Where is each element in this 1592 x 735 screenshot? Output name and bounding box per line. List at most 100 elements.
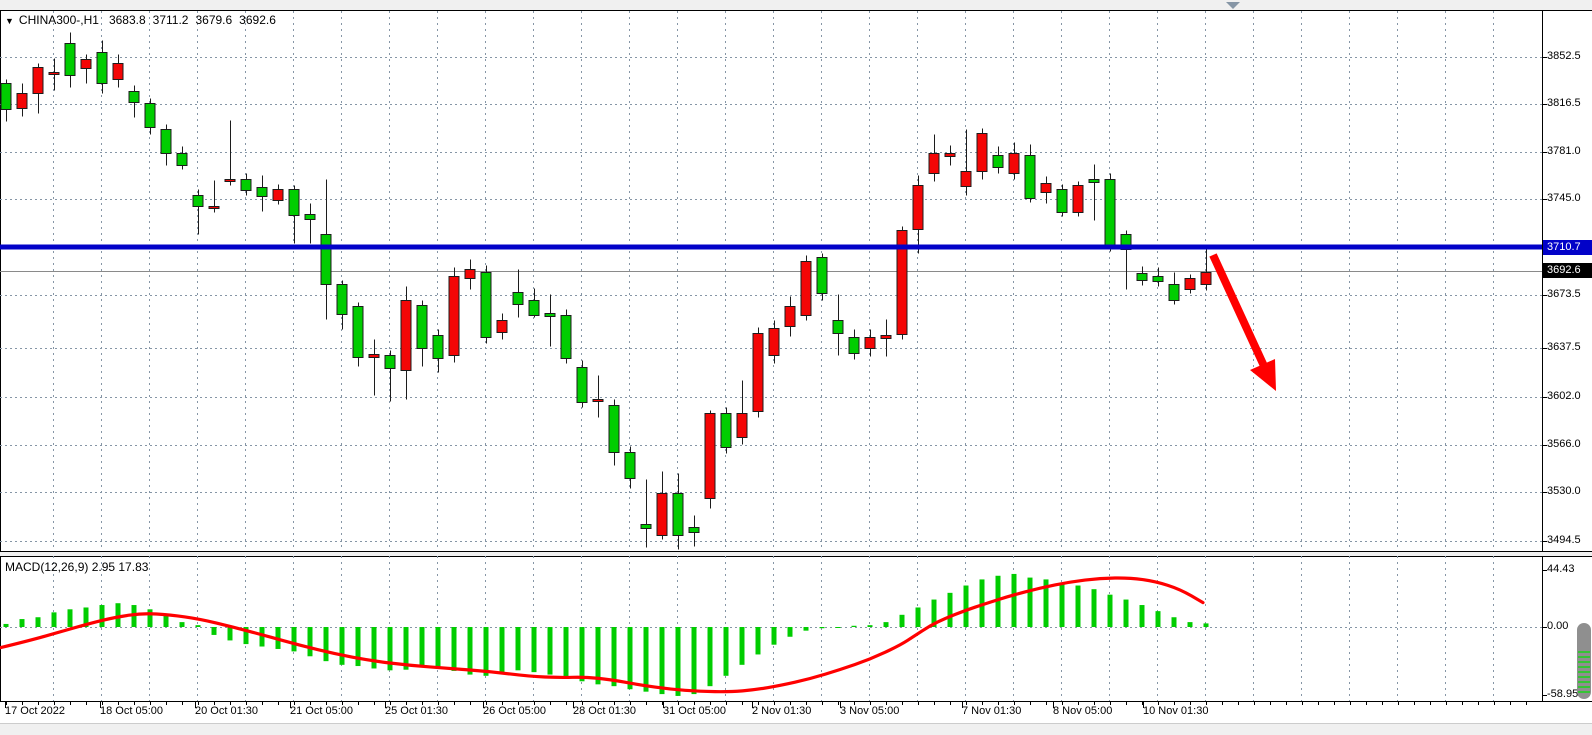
macd-histogram-bar xyxy=(484,627,489,676)
macd-histogram-bar xyxy=(900,615,905,627)
bear-candle xyxy=(353,307,363,358)
macd-histogram-bar xyxy=(1092,589,1097,627)
macd-histogram-bar xyxy=(612,627,617,686)
bear-candle xyxy=(145,104,155,128)
open-value: 3683.8 xyxy=(109,13,146,27)
bull-candle xyxy=(401,301,411,371)
time-axis-label: 8 Nov 05:00 xyxy=(1053,705,1112,717)
bear-candle xyxy=(97,53,107,84)
macd-histogram-bar xyxy=(180,622,185,627)
bear-candle xyxy=(529,301,539,316)
macd-histogram-bar xyxy=(1140,605,1145,627)
time-axis-label: 18 Oct 05:00 xyxy=(100,705,163,717)
macd-histogram-bar xyxy=(788,627,793,637)
low-value: 3679.6 xyxy=(195,13,232,27)
macd-axis-label: -58.95 xyxy=(1547,688,1578,700)
macd-histogram-bar xyxy=(724,627,729,676)
bull-candle xyxy=(1201,273,1211,285)
bull-candle xyxy=(33,68,43,94)
bear-candle xyxy=(1137,274,1147,281)
macd-histogram-bar xyxy=(532,627,537,672)
macd-histogram-bar xyxy=(852,626,857,627)
macd-histogram-bar xyxy=(1012,574,1017,627)
bear-candle xyxy=(241,180,251,191)
chart-canvas[interactable] xyxy=(0,0,1592,735)
scrollbar-thumb[interactable] xyxy=(1577,623,1591,699)
bear-candle xyxy=(625,453,635,479)
bear-candle xyxy=(721,414,731,448)
bull-candle xyxy=(1073,186,1083,213)
bull-candle xyxy=(961,172,971,187)
symbol-marker-icon: ▼ xyxy=(5,16,14,26)
symbol-period-label: CHINA300-,H1 xyxy=(19,13,99,27)
bear-candle xyxy=(433,336,443,359)
macd-histogram-bar xyxy=(516,627,521,670)
bear-candle xyxy=(305,215,315,220)
macd-histogram-bar xyxy=(644,627,649,692)
macd-histogram-bar xyxy=(164,615,169,627)
panel-splitter[interactable] xyxy=(0,552,1592,556)
bull-candle xyxy=(81,60,91,69)
close-value: 3692.6 xyxy=(239,13,276,27)
bull-candle xyxy=(769,329,779,356)
macd-histogram-bar xyxy=(1204,623,1209,627)
price-axis-label: 3745.0 xyxy=(1547,192,1581,204)
bear-candle xyxy=(545,314,555,317)
macd-histogram-bar xyxy=(948,593,953,627)
bear-candle xyxy=(417,306,427,349)
time-axis-label: 2 Nov 01:30 xyxy=(752,705,811,717)
time-axis-label: 28 Oct 01:30 xyxy=(573,705,636,717)
macd-histogram-bar xyxy=(52,612,57,627)
axis-ticks xyxy=(6,58,1548,709)
price-axis-label: 3816.5 xyxy=(1547,97,1581,109)
bear-candle xyxy=(833,321,843,334)
bull-candle xyxy=(465,270,475,279)
bear-candle xyxy=(1105,180,1115,247)
bear-candle xyxy=(513,293,523,305)
bull-candle xyxy=(753,334,763,412)
bear-candle xyxy=(385,356,395,369)
price-axis-label: 3566.0 xyxy=(1547,438,1581,450)
price-axis-label: 3602.0 xyxy=(1547,390,1581,402)
macd-histogram-bar xyxy=(868,625,873,627)
macd-histogram-bar xyxy=(692,627,697,694)
bull-candle xyxy=(913,186,923,230)
macd-histogram-bar xyxy=(196,625,201,627)
macd-label: MACD(12,26,9) 2.95 17.83 xyxy=(5,560,148,574)
macd-histogram-bar xyxy=(1108,595,1113,627)
bear-candle xyxy=(1,84,11,110)
bull-candle xyxy=(657,494,667,536)
bull-candle xyxy=(1041,184,1051,193)
price-axis-label: 3852.5 xyxy=(1547,50,1581,62)
bull-candle xyxy=(1009,154,1019,174)
bear-candle xyxy=(849,338,859,354)
price-axis-label: 3781.0 xyxy=(1547,145,1581,157)
time-axis-label: 17 Oct 2022 xyxy=(5,705,65,717)
arrow-down-object[interactable] xyxy=(1213,255,1276,391)
bear-candle xyxy=(641,525,651,529)
bull-candle xyxy=(737,414,747,438)
macd-histogram-bar xyxy=(228,627,233,640)
macd-histogram-bar xyxy=(308,627,313,656)
bull-candle xyxy=(865,338,875,349)
bear-candle xyxy=(129,92,139,103)
bear-candle xyxy=(689,528,699,533)
macd-histogram-bar xyxy=(1124,600,1129,627)
macd-histogram-bar xyxy=(324,627,329,661)
macd-histogram-bar xyxy=(4,624,9,627)
price-axis-label: 3637.5 xyxy=(1547,341,1581,353)
macd-histogram-bar xyxy=(580,627,585,681)
bear-candle xyxy=(673,494,683,536)
macd-histogram-bar xyxy=(36,617,41,627)
price-axis-label: 3673.5 xyxy=(1547,288,1581,300)
macd-histogram-bar xyxy=(740,627,745,665)
macd-histogram-bar xyxy=(1188,622,1193,627)
macd-histogram-bar xyxy=(436,627,441,668)
bear-candle xyxy=(481,273,491,338)
bear-candle xyxy=(65,44,75,76)
time-axis-label: 3 Nov 05:00 xyxy=(840,705,899,717)
hline-price-badge: 3710.7 xyxy=(1543,240,1592,255)
time-axis-label: 7 Nov 01:30 xyxy=(962,705,1021,717)
chart-borders xyxy=(0,11,1592,702)
macd-histogram-bar xyxy=(468,627,473,675)
